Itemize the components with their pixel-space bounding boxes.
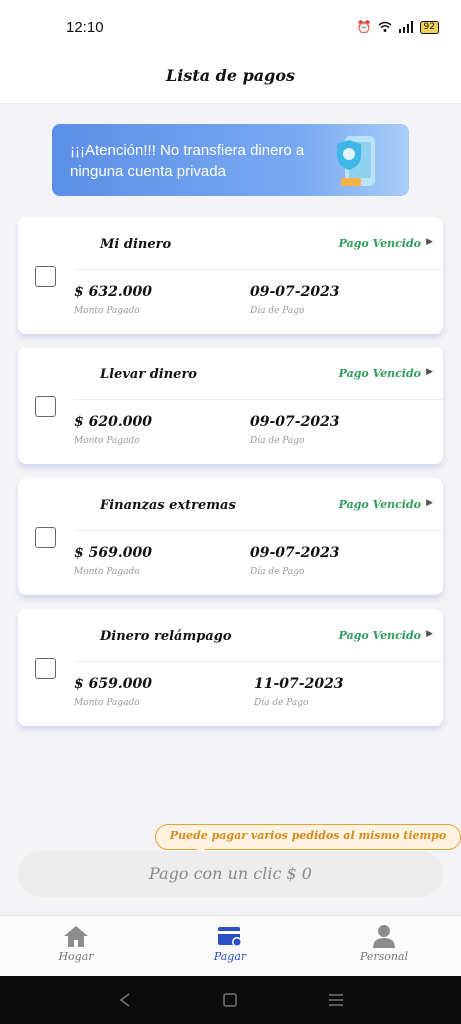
amount-label: Monto Pagado bbox=[74, 567, 140, 577]
status-icons: ⏰ 92 bbox=[357, 20, 439, 34]
person-icon bbox=[373, 925, 395, 948]
chevron-right-icon: ▶ bbox=[426, 498, 433, 508]
amount-value: $ 620.000 bbox=[74, 414, 152, 430]
bottom-tab-bar: Hogar Pagar Personal bbox=[0, 915, 461, 976]
amount-value: $ 632.000 bbox=[74, 284, 152, 300]
select-checkbox[interactable] bbox=[35, 396, 56, 417]
alarm-icon: ⏰ bbox=[356, 20, 372, 34]
system-nav-bar bbox=[0, 976, 461, 1024]
payment-status: Pago Vencido bbox=[338, 498, 421, 511]
payment-status: Pago Vencido bbox=[338, 367, 421, 380]
payment-card[interactable]: Llevar dinero Pago Vencido ▶ $ 620.000 M… bbox=[18, 347, 443, 464]
divider bbox=[74, 269, 443, 270]
payment-card[interactable]: Mi dinero Pago Vencido ▶ $ 632.000 Monto… bbox=[18, 217, 443, 334]
divider bbox=[74, 661, 443, 662]
lender-name: Dinero relámpago bbox=[100, 629, 232, 644]
amount-label: Monto Pagado bbox=[74, 698, 140, 708]
tab-personal[interactable]: Personal bbox=[334, 924, 434, 963]
one-click-pay-button[interactable]: Pago con un clic $ 0 bbox=[18, 851, 443, 897]
page-header: Lista de pagos bbox=[0, 56, 461, 104]
banner-text: ¡¡¡Atención!!! No transfiera dinero a ni… bbox=[70, 142, 305, 180]
lender-name: Mi dinero bbox=[100, 237, 172, 252]
tab-label: Hogar bbox=[58, 950, 94, 963]
tab-pagar[interactable]: Pagar bbox=[180, 924, 280, 963]
payment-status: Pago Vencido bbox=[338, 237, 421, 250]
tab-label: Personal bbox=[359, 950, 409, 963]
warning-banner[interactable]: ¡¡¡Atención!!! No transfiera dinero a ni… bbox=[52, 124, 409, 196]
date-label: Día de Pago bbox=[250, 436, 305, 446]
date-value: 11-07-2023 bbox=[254, 676, 344, 692]
home-nav-icon[interactable] bbox=[219, 990, 241, 1010]
amount-value: $ 569.000 bbox=[74, 545, 152, 561]
amount-label: Monto Pagado bbox=[74, 436, 140, 446]
status-bar: 12:10 ⏰ 92 bbox=[0, 0, 461, 56]
tab-label: Pagar bbox=[213, 950, 247, 963]
divider bbox=[74, 530, 443, 531]
select-checkbox[interactable] bbox=[35, 658, 56, 679]
date-label: Día de Pago bbox=[250, 306, 305, 316]
select-checkbox[interactable] bbox=[35, 527, 56, 548]
chevron-right-icon: ▶ bbox=[426, 367, 433, 377]
wifi-icon bbox=[378, 21, 392, 32]
battery-icon: 92 bbox=[419, 20, 439, 34]
recents-icon[interactable] bbox=[325, 990, 347, 1010]
tab-hogar[interactable]: Hogar bbox=[26, 924, 126, 963]
home-icon bbox=[64, 926, 88, 947]
divider bbox=[74, 399, 443, 400]
chevron-right-icon: ▶ bbox=[426, 629, 433, 639]
date-value: 09-07-2023 bbox=[250, 414, 340, 430]
page-title: Lista de pagos bbox=[165, 66, 296, 85]
amount-value: $ 659.000 bbox=[74, 676, 152, 692]
date-label: Día de Pago bbox=[250, 567, 305, 577]
date-value: 09-07-2023 bbox=[250, 545, 340, 561]
date-label: Día de Pago bbox=[254, 698, 309, 708]
payment-card[interactable]: Finanzas extremas Pago Vencido ▶ $ 569.0… bbox=[18, 478, 443, 595]
wallet-icon bbox=[218, 927, 242, 947]
select-checkbox[interactable] bbox=[35, 266, 56, 287]
date-value: 09-07-2023 bbox=[250, 284, 340, 300]
payment-card[interactable]: Dinero relámpago Pago Vencido ▶ $ 659.00… bbox=[18, 609, 443, 726]
shield-phone-icon bbox=[337, 136, 375, 186]
lender-name: Llevar dinero bbox=[100, 367, 197, 382]
payment-status: Pago Vencido bbox=[338, 629, 421, 642]
clock: 12:10 bbox=[66, 19, 104, 36]
signal-icon bbox=[398, 21, 413, 33]
amount-label: Monto Pagado bbox=[74, 306, 140, 316]
lender-name: Finanzas extremas bbox=[100, 498, 236, 513]
chevron-right-icon: ▶ bbox=[426, 237, 433, 247]
back-icon[interactable] bbox=[114, 990, 136, 1010]
